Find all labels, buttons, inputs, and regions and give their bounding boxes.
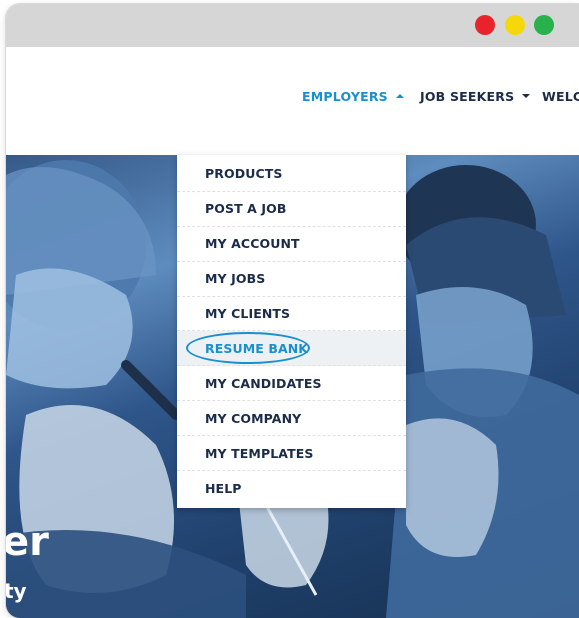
dropdown-item-label: MY COMPANY <box>205 410 302 426</box>
dropdown-item-label: RESUME BANK <box>205 340 309 356</box>
dropdown-item-help[interactable]: HELP <box>177 471 406 506</box>
caret-up-icon <box>395 94 404 98</box>
dropdown-item-my-candidates[interactable]: MY CANDIDATES <box>177 366 406 402</box>
nav-employers-label: EMPLOYERS <box>302 88 388 104</box>
dropdown-item-label: HELP <box>205 480 242 496</box>
hero-headline: er <box>6 519 49 565</box>
nav-job-seekers[interactable]: JOB SEEKERS <box>420 88 531 104</box>
dropdown-item-label: MY TEMPLATES <box>205 445 314 461</box>
nav-welcome-label: WELC <box>542 88 579 104</box>
title-bar <box>6 4 579 47</box>
dropdown-item-label: MY CANDIDATES <box>205 375 322 391</box>
hero-subline: ty <box>6 579 27 603</box>
dropdown-item-my-clients[interactable]: MY CLIENTS <box>177 297 406 332</box>
dropdown-item-label: POST A JOB <box>205 201 287 217</box>
caret-down-icon <box>522 94 531 98</box>
nav-employers[interactable]: EMPLOYERS <box>302 88 404 104</box>
minimize-window-button[interactable] <box>505 15 525 35</box>
nav-job-seekers-label: JOB SEEKERS <box>420 88 515 104</box>
dropdown-item-my-company[interactable]: MY COMPANY <box>177 401 406 437</box>
maximize-window-button[interactable] <box>534 15 554 35</box>
dropdown-item-label: MY JOBS <box>205 271 266 287</box>
dropdown-item-resume-bank[interactable]: RESUME BANK <box>177 331 406 367</box>
employers-dropdown-menu: PRODUCTS POST A JOB MY ACCOUNT MY JOBS MY CL… <box>177 155 406 508</box>
dropdown-item-label: PRODUCTS <box>205 166 283 182</box>
dropdown-item-label: MY CLIENTS <box>205 306 291 321</box>
dropdown-item-products[interactable]: PRODUCTS <box>177 157 406 192</box>
dropdown-item-label: MY ACCOUNT <box>205 236 300 252</box>
nav-welcome[interactable]: WELC <box>542 88 579 104</box>
close-window-button[interactable] <box>475 15 495 35</box>
dropdown-item-post-a-job[interactable]: POST A JOB <box>177 192 406 227</box>
dropdown-item-my-jobs[interactable]: MY JOBS <box>177 262 406 297</box>
browser-window: EMPLOYERS JOB SEEKERS WELC er ty PRODUCT… <box>6 4 579 618</box>
site-navbar: EMPLOYERS JOB SEEKERS WELC <box>6 47 579 155</box>
dropdown-item-my-templates[interactable]: MY TEMPLATES <box>177 436 406 472</box>
dropdown-item-my-account[interactable]: MY ACCOUNT <box>177 227 406 262</box>
